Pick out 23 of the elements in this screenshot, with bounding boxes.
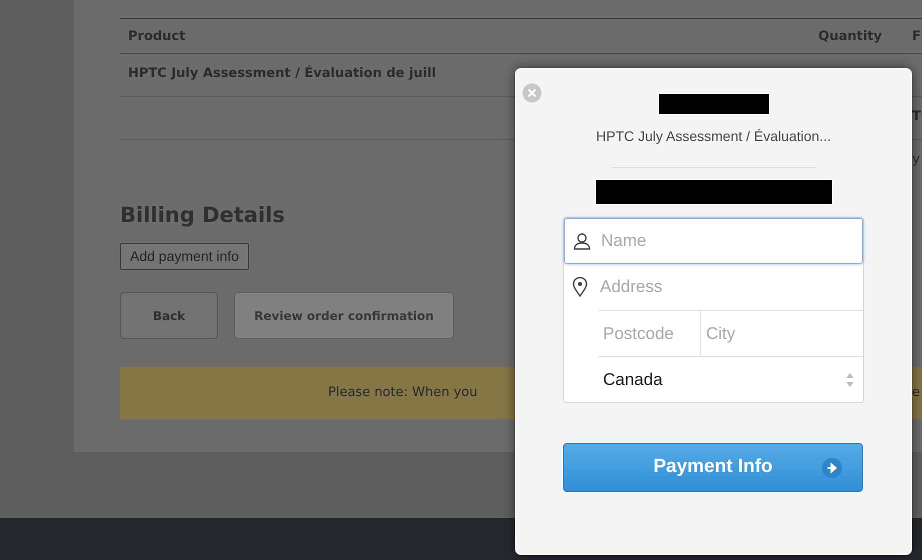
location-pin-icon xyxy=(572,277,588,297)
city-field[interactable]: City xyxy=(706,311,860,356)
text-fragment: e xyxy=(912,384,920,402)
product-title: HPTC July Assessment / Évaluation... xyxy=(595,127,832,146)
table-cell: HPTC July Assessment / Évaluation de juill xyxy=(128,66,436,82)
text-fragment: y xyxy=(912,152,920,166)
country-select[interactable]: Canada xyxy=(598,357,862,402)
notice-text: Please note: When you xyxy=(328,384,478,402)
column-header: Quantity xyxy=(818,29,882,44)
add-payment-button[interactable]: Add payment info xyxy=(120,243,249,270)
close-icon[interactable] xyxy=(522,83,542,103)
column-header: Product xyxy=(128,29,186,44)
name-field[interactable]: Name xyxy=(601,219,862,263)
table-cell: T xyxy=(912,109,921,124)
column-header: F xyxy=(912,29,921,44)
postcode-field[interactable]: Postcode xyxy=(603,311,700,356)
payment-info-button[interactable]: Payment Info xyxy=(563,443,863,492)
back-button[interactable]: Back xyxy=(120,292,218,339)
focused-field[interactable]: Name xyxy=(564,218,863,264)
person-icon xyxy=(573,232,591,250)
select-arrows-icon xyxy=(846,372,854,388)
address-field[interactable]: Address xyxy=(600,264,863,310)
section-heading: Billing Details xyxy=(120,202,286,228)
